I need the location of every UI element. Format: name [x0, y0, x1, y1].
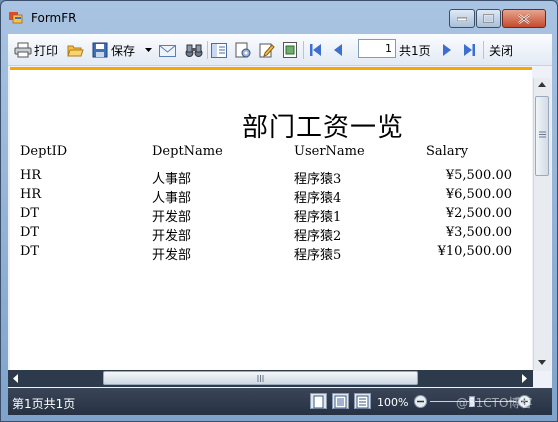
scroll-up-icon[interactable]	[538, 82, 546, 88]
prev-page-icon	[334, 44, 342, 56]
single-page-icon	[313, 395, 324, 409]
cell-salary: ¥3,500.00	[445, 225, 512, 240]
page-setup-icon	[235, 42, 251, 58]
page-total-text: 共1页	[399, 43, 431, 58]
cell-salary: ¥2,500.00	[445, 206, 512, 221]
open-button[interactable]	[67, 39, 84, 61]
cell-salary: ¥6,500.00	[445, 187, 512, 202]
watermark-icon	[283, 42, 297, 58]
window-title: FormFR	[31, 11, 77, 25]
first-page-icon	[310, 44, 321, 56]
save-label: 保存	[111, 43, 136, 58]
scroll-right-icon[interactable]	[522, 374, 528, 383]
chevron-down-icon	[145, 47, 152, 52]
envelope-icon	[159, 44, 176, 57]
cell-deptid: DT	[20, 225, 40, 240]
vertical-scrollbar[interactable]	[533, 78, 551, 371]
status-bar: 第1页共1页 100% @51CTO博客	[8, 388, 552, 415]
maximize-icon	[483, 14, 494, 23]
page-setup-button[interactable]	[235, 39, 251, 61]
cell-username: 程序猿1	[294, 210, 342, 225]
toolbar-separator	[303, 41, 304, 59]
watermark-button[interactable]	[283, 39, 297, 61]
next-page-icon	[443, 44, 451, 56]
view-single-page-button[interactable]	[310, 393, 327, 409]
column-header-deptid: DeptID	[20, 144, 68, 159]
close-window-button[interactable]	[502, 9, 546, 28]
folder-open-icon	[67, 45, 84, 56]
edit-button[interactable]	[259, 39, 275, 61]
main-window: FormFR 打印 保存 1 共1页 关闭 部门工资一览 DeptID Dept…	[0, 0, 558, 422]
client-area: 打印 保存 1 共1页 关闭 部门工资一览 DeptID DeptName Us…	[8, 34, 552, 415]
cell-deptid: DT	[20, 244, 40, 259]
minimize-icon	[457, 17, 467, 21]
email-button[interactable]	[159, 39, 176, 61]
page-total-label: 共1页	[399, 39, 431, 61]
cell-username: 程序猿3	[294, 172, 342, 187]
close-preview-button[interactable]: 关闭	[489, 39, 513, 61]
toolbar-separator	[483, 41, 484, 59]
vertical-scroll-thumb[interactable]	[535, 96, 549, 176]
printer-icon	[14, 42, 32, 58]
watermark-text: @51CTO博客	[456, 396, 533, 410]
cell-username: 程序猿5	[294, 248, 342, 263]
page-width-icon	[334, 395, 347, 409]
grip-icon	[257, 375, 264, 382]
minimize-button[interactable]	[449, 9, 475, 28]
cell-deptname: 开发部	[152, 248, 192, 263]
cell-salary: ¥10,500.00	[437, 244, 512, 259]
next-page-button[interactable]	[442, 39, 451, 61]
floppy-disk-icon	[92, 42, 108, 58]
column-header-salary: Salary	[426, 144, 469, 159]
zoom-out-icon[interactable]	[414, 395, 427, 408]
find-button[interactable]	[185, 39, 203, 61]
binoculars-icon	[185, 44, 203, 57]
scroll-down-icon[interactable]	[538, 360, 546, 366]
outline-button[interactable]	[211, 39, 227, 61]
save-button[interactable]: 保存	[92, 39, 135, 61]
print-button[interactable]: 打印	[14, 39, 58, 61]
cell-deptname: 开发部	[152, 229, 192, 244]
multi-page-icon	[356, 395, 369, 409]
toolbar-separator	[207, 41, 208, 59]
cell-deptid: DT	[20, 206, 40, 221]
cell-username: 程序猿2	[294, 229, 342, 244]
close-icon	[518, 13, 530, 24]
outline-pane-icon	[211, 42, 227, 58]
report-title: 部门工资一览	[242, 113, 405, 143]
cell-salary: ¥5,500.00	[445, 168, 512, 183]
grip-icon	[539, 131, 546, 138]
view-page-width-button[interactable]	[332, 393, 349, 409]
horizontal-scrollbar[interactable]	[8, 370, 533, 387]
cell-deptid: HR	[20, 187, 42, 202]
close-label: 关闭	[489, 43, 514, 58]
report-page: 部门工资一览 DeptID DeptName UserName Salary H…	[10, 67, 532, 373]
cell-deptname: 开发部	[152, 210, 192, 225]
maximize-button[interactable]	[476, 9, 501, 28]
column-header-deptname: DeptName	[152, 144, 223, 159]
app-icon	[9, 12, 23, 24]
page-number-input[interactable]	[358, 39, 396, 58]
cell-deptid: HR	[20, 168, 42, 183]
scroll-left-icon[interactable]	[13, 374, 19, 383]
title-bar[interactable]: FormFR	[1, 1, 557, 33]
cell-deptname: 人事部	[152, 191, 192, 206]
column-header-username: UserName	[294, 144, 365, 159]
prev-page-button[interactable]	[334, 39, 343, 61]
last-page-icon	[464, 44, 475, 56]
pencil-edit-icon	[259, 43, 275, 58]
zoom-level: 100%	[377, 396, 409, 409]
cell-username: 程序猿4	[294, 191, 342, 206]
cell-deptname: 人事部	[152, 172, 192, 187]
save-dropdown-button[interactable]	[145, 39, 152, 61]
view-multi-page-button[interactable]	[354, 393, 371, 409]
last-page-button[interactable]	[463, 39, 476, 61]
first-page-button[interactable]	[309, 39, 322, 61]
horizontal-scroll-thumb[interactable]	[103, 371, 418, 385]
print-label: 打印	[34, 43, 59, 58]
page-info-text: 第1页共1页	[12, 397, 76, 411]
preview-toolbar: 打印 保存 1 共1页 关闭	[8, 34, 552, 66]
